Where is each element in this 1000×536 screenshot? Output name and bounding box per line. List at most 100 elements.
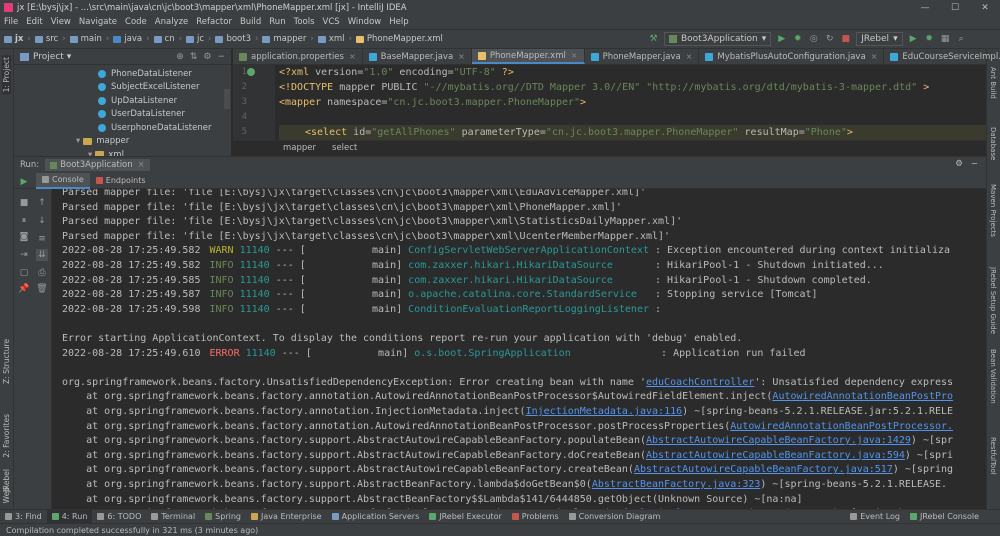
- close-icon[interactable]: ×: [871, 52, 878, 61]
- menu-vcs[interactable]: VCS: [323, 17, 340, 27]
- hammer-icon[interactable]: ⚒: [648, 33, 659, 44]
- scroll-end-icon[interactable]: ⇊: [36, 249, 48, 261]
- debug-icon[interactable]: ✹: [792, 33, 803, 44]
- fold-marker-icon[interactable]: [247, 68, 255, 76]
- profile-icon[interactable]: ↻: [824, 33, 835, 44]
- stack-link[interactable]: AutowiredAnnotationBeanPostPro: [772, 391, 953, 402]
- tree-item[interactable]: PhoneDataListener: [14, 67, 231, 81]
- code-breadcrumb-item[interactable]: mapper: [283, 143, 316, 153]
- stack-link[interactable]: InjectionMetadata.java:116: [526, 406, 683, 417]
- editor-tab[interactable]: PhoneMapper.java ×: [585, 49, 700, 64]
- menu-help[interactable]: Help: [389, 17, 408, 27]
- tool-window-bean-validation[interactable]: Bean Validation: [989, 349, 997, 404]
- run-icon[interactable]: ▶: [776, 33, 787, 44]
- editor-tab[interactable]: application.properties ×: [233, 49, 363, 64]
- tool-window-structure[interactable]: Z: Structure: [2, 339, 11, 384]
- tree-item[interactable]: UpDataListener: [14, 94, 231, 108]
- trash-icon[interactable]: 🗑: [36, 283, 48, 295]
- breadcrumb-item[interactable]: mapper ›: [262, 34, 314, 44]
- run-config-select[interactable]: Boot3Application ▾: [664, 31, 772, 46]
- gear-icon[interactable]: ⚙: [955, 159, 963, 169]
- stack-link[interactable]: AbstractBeanFactory.java:323: [592, 479, 761, 490]
- jrebel-select[interactable]: JRebel ▾: [856, 31, 903, 46]
- tool-window-button[interactable]: Application Servers: [327, 510, 425, 524]
- breadcrumb-item[interactable]: jx ›: [4, 34, 31, 44]
- tree-item[interactable]: UserDataListener: [14, 108, 231, 122]
- run-config-tab[interactable]: Boot3Application ×: [45, 159, 150, 171]
- tool-window-button[interactable]: Terminal: [146, 510, 200, 524]
- restore-icon[interactable]: ▢: [18, 267, 30, 279]
- project-header-label[interactable]: Project: [33, 52, 64, 62]
- stop-icon[interactable]: ■: [840, 33, 851, 44]
- menu-window[interactable]: Window: [348, 17, 382, 27]
- breadcrumb-item[interactable]: boot3 ›: [215, 34, 258, 44]
- rerun-icon[interactable]: ▶: [18, 176, 30, 188]
- editor-tab[interactable]: MybatisPlusAutoConfiguration.java ×: [699, 49, 885, 64]
- menu-view[interactable]: View: [51, 17, 71, 27]
- project-structure-icon[interactable]: ▦: [940, 33, 951, 44]
- pause-icon[interactable]: ⏸: [18, 215, 30, 227]
- code-area[interactable]: 1 2 3 4 5 💡 <?xml version="1.0" encoding…: [233, 65, 986, 140]
- menu-file[interactable]: File: [4, 17, 18, 27]
- close-icon[interactable]: ×: [138, 160, 145, 170]
- menu-run[interactable]: Run: [269, 17, 285, 27]
- stack-link[interactable]: AbstractAutowireCapableBeanFactory.java:…: [646, 450, 905, 461]
- chevron-down-icon[interactable]: ▾: [67, 52, 72, 62]
- stack-link[interactable]: AbstractAutowireCapableBeanFactory.java:…: [646, 435, 911, 446]
- hide-icon[interactable]: −: [217, 52, 225, 62]
- down-arrow-icon[interactable]: ↓: [36, 215, 48, 227]
- close-button[interactable]: ✕: [970, 0, 1000, 15]
- login-icon[interactable]: ⇥: [18, 249, 30, 261]
- maximize-button[interactable]: ☐: [940, 0, 970, 15]
- stack-link[interactable]: eduCoachController: [646, 377, 754, 388]
- search-icon[interactable]: ⌕: [956, 33, 967, 44]
- soft-wrap-icon[interactable]: ≡: [36, 233, 48, 245]
- breadcrumb-item[interactable]: xml ›: [317, 34, 352, 44]
- tool-window-button[interactable]: Event Log: [845, 510, 905, 524]
- tab-endpoints[interactable]: Endpoints: [90, 173, 152, 189]
- stop-icon[interactable]: ■: [18, 197, 30, 209]
- tool-window-favorites[interactable]: 2: Favorites: [2, 414, 11, 458]
- menu-tools[interactable]: Tools: [294, 17, 315, 27]
- tree-item[interactable]: ▾ mapper: [14, 135, 231, 149]
- tree-item[interactable]: SubjectExcelListener: [14, 81, 231, 95]
- hide-icon[interactable]: −: [971, 159, 978, 169]
- tool-window-button[interactable]: 4: Run: [46, 509, 93, 524]
- tab-console[interactable]: Console: [36, 172, 90, 189]
- close-icon[interactable]: ×: [571, 51, 578, 60]
- tool-window-web[interactable]: Web: [2, 487, 11, 503]
- tool-window-button[interactable]: Conversion Diagram: [564, 510, 666, 524]
- tool-window-button[interactable]: Spring: [200, 510, 246, 524]
- tool-window-database[interactable]: Database: [989, 127, 997, 160]
- editor-tab[interactable]: BaseMapper.java ×: [363, 49, 472, 64]
- tool-window-button[interactable]: Problems: [507, 510, 564, 524]
- locate-icon[interactable]: ⊕: [176, 52, 184, 62]
- tool-window-button[interactable]: JRebel Console: [905, 510, 984, 524]
- tool-window-button[interactable]: JRebel Executor: [424, 510, 507, 524]
- up-arrow-icon[interactable]: ↑: [36, 197, 48, 209]
- gear-icon[interactable]: ⚙: [203, 52, 211, 62]
- close-icon[interactable]: ×: [686, 52, 693, 61]
- tool-window-ant-build[interactable]: Ant Build: [989, 67, 997, 99]
- breadcrumb-item[interactable]: cn ›: [153, 34, 182, 44]
- chevron-down-icon[interactable]: ▾: [76, 136, 80, 146]
- print-icon[interactable]: ⎙: [36, 267, 48, 279]
- breadcrumb-item[interactable]: PhoneMapper.xml: [355, 34, 443, 44]
- menu-navigate[interactable]: Navigate: [79, 17, 117, 27]
- menu-code[interactable]: Code: [125, 17, 147, 27]
- tool-window-maven[interactable]: Maven Projects: [989, 184, 997, 237]
- camera-icon[interactable]: ◙: [18, 231, 30, 243]
- menu-edit[interactable]: Edit: [26, 17, 42, 27]
- tool-window-button[interactable]: Java Enterprise: [246, 510, 327, 524]
- close-icon[interactable]: ×: [349, 52, 356, 61]
- code-breadcrumb-item[interactable]: select: [332, 143, 357, 153]
- pin-icon[interactable]: 📌: [18, 283, 30, 295]
- minimize-button[interactable]: —: [910, 0, 940, 15]
- scrollbar-thumb[interactable]: [224, 89, 230, 109]
- editor-tab[interactable]: PhoneMapper.xml ×: [471, 49, 585, 64]
- stack-link[interactable]: AbstractAutowireCapableBeanFactory.java:…: [634, 464, 893, 475]
- menu-analyze[interactable]: Analyze: [155, 17, 189, 27]
- stack-link[interactable]: AutowiredAnnotationBeanPostProcessor.: [730, 421, 953, 432]
- breadcrumb-item[interactable]: src ›: [34, 34, 66, 44]
- jrebel-run-icon[interactable]: ▶: [908, 33, 919, 44]
